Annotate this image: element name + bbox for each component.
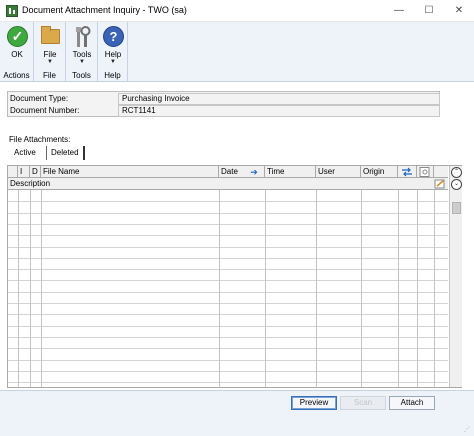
tab-active[interactable]: Active (10, 146, 40, 160)
column-header-date-label: Date (221, 167, 238, 176)
column-header-user[interactable]: User (316, 166, 361, 178)
grid-row-separator (8, 382, 448, 384)
grid-row-separator (8, 201, 448, 203)
resize-grip-icon[interactable]: ⋰ (464, 426, 472, 434)
column-spacer (8, 166, 18, 178)
grid-row-separator (8, 223, 448, 225)
grid-row-separator (8, 303, 448, 304)
maximize-button[interactable]: ☐ (414, 0, 444, 22)
file-menu-button[interactable]: File ▼ (35, 24, 65, 68)
grid-column-separator (398, 190, 399, 387)
document-header: Document Type: Purchasing Invoice Docume… (7, 91, 440, 117)
column-header-origin[interactable]: Origin (361, 166, 398, 178)
grid-row-separator (8, 257, 448, 259)
preview-button[interactable]: Preview (291, 396, 337, 410)
column-header-file-name[interactable]: File Name (41, 166, 219, 178)
chevron-down-icon: ▼ (110, 59, 116, 65)
grid-column-separator (316, 190, 317, 387)
title-bar: Document Attachment Inquiry - TWO (sa) —… (0, 0, 474, 22)
document-type-label: Document Type: (10, 94, 69, 103)
grid-row-separator (8, 325, 448, 327)
grid-column-separator (18, 190, 19, 387)
app-icon (6, 5, 18, 17)
file-attachments-label: File Attachments: (9, 135, 71, 144)
chevron-down-icon: ▼ (47, 59, 53, 65)
window-title: Document Attachment Inquiry - TWO (sa) (22, 5, 187, 15)
tab-deleted[interactable]: Deleted (46, 146, 85, 160)
column-header-swap[interactable] (398, 166, 417, 178)
tools-menu-button[interactable]: Tools ▼ (67, 24, 97, 68)
expand-down-icon[interactable]: ⌄ (451, 179, 462, 190)
column-header-view[interactable] (417, 166, 434, 178)
close-button[interactable]: ✕ (444, 0, 474, 22)
minimize-button[interactable]: — (384, 0, 414, 22)
group-label-actions: Actions (3, 71, 30, 80)
grid-column-separator (417, 190, 418, 387)
expand-arrow-icon[interactable]: ➔ (249, 167, 259, 177)
grid-row-separator (8, 314, 448, 316)
help-label: Help (104, 50, 122, 59)
file-label: File (43, 50, 57, 59)
collapse-up-icon[interactable]: ⌃ (451, 167, 462, 178)
grid-row-separator (8, 336, 448, 338)
scrollbar-thumb[interactable] (452, 202, 461, 214)
grid-row-separator (8, 269, 448, 271)
grid-row-separator (8, 359, 448, 361)
grid-column-separator (361, 190, 362, 387)
grid-row-separator (8, 370, 448, 372)
grid-row-separator (8, 246, 448, 248)
document-number-label: Document Number: (10, 106, 80, 115)
folder-icon (41, 26, 60, 44)
document-number-field: RCT1141 (118, 105, 440, 117)
swap-arrows-icon (402, 167, 412, 177)
document-number-row: Document Number: RCT1141 (8, 105, 440, 117)
ok-check-icon: ✓ (7, 26, 28, 47)
column-header-description: Description (10, 179, 51, 188)
group-label-file: File (43, 71, 56, 80)
grid-column-separator (219, 190, 220, 387)
grid-scroll-column: ⌃ ⌄ (449, 166, 462, 387)
bottom-bar: Preview Scan Attach ⋰ (0, 390, 474, 436)
help-icon: ? (103, 26, 124, 47)
ribbon-group-tools: Tools ▼ Tools (66, 22, 98, 82)
grid-row-separator (8, 280, 448, 282)
ribbon-group-file: File ▼ File (34, 22, 66, 82)
grid-row-separator (8, 212, 448, 214)
grid-header: I D File Name Date ➔ Time User Origin (8, 166, 448, 178)
document-type-row: Document Type: Purchasing Invoice (8, 93, 440, 105)
grid-column-separator (434, 190, 435, 387)
grid-column-separator (30, 190, 31, 387)
ok-button[interactable]: ✓ OK (2, 24, 32, 68)
tools-icon (76, 26, 91, 47)
column-header-end (434, 166, 448, 178)
scan-button[interactable]: Scan (340, 396, 386, 410)
grid-header-row-2: Description (8, 178, 448, 190)
group-label-help: Help (104, 71, 121, 80)
ribbon: ✓ OK Actions File ▼ File Tools ▼ Tools ? (0, 22, 474, 82)
group-label-tools: Tools (72, 71, 91, 80)
ok-label: OK (11, 50, 23, 59)
column-header-time[interactable]: Time (265, 166, 316, 178)
ribbon-group-help: ? Help ▼ Help (98, 22, 128, 82)
grid-row-separator (8, 348, 448, 350)
grid-column-separator (41, 190, 42, 387)
view-document-icon (419, 167, 430, 177)
grid-row-separator (8, 235, 448, 237)
chevron-down-icon: ▼ (79, 59, 85, 65)
document-type-field: Purchasing Invoice (118, 93, 440, 105)
attach-button[interactable]: Attach (389, 396, 435, 410)
grid-column-separator (265, 190, 266, 387)
note-edit-icon[interactable] (434, 179, 446, 189)
grid-row-separator (8, 291, 448, 293)
column-header-d[interactable]: D (30, 166, 41, 178)
grid-rows[interactable] (8, 190, 448, 387)
column-header-i[interactable]: I (18, 166, 30, 178)
ribbon-group-actions: ✓ OK Actions (0, 22, 34, 82)
tools-label: Tools (72, 50, 92, 59)
attachments-grid: I D File Name Date ➔ Time User Origin De… (7, 165, 462, 388)
help-menu-button[interactable]: ? Help ▼ (98, 24, 128, 68)
